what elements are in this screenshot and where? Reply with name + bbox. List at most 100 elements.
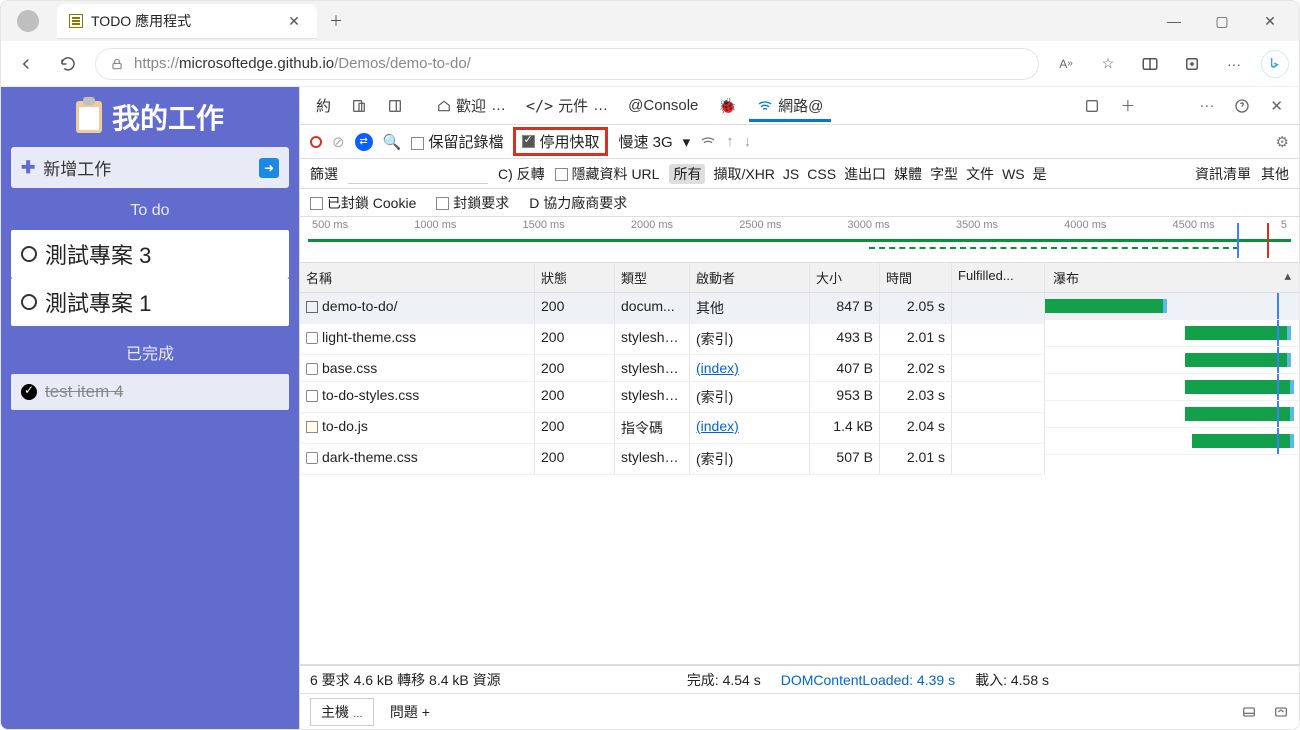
request-row[interactable]: to-do.js200指令碼(index)1.4 kB2.04 s — [300, 413, 1045, 444]
checkbox-checked-icon[interactable] — [21, 384, 37, 400]
bug-icon[interactable]: 🐞 — [710, 91, 745, 121]
request-row[interactable]: dark-theme.css200styleshe...(索引)507 B2.0… — [300, 444, 1045, 475]
third-party-label: D 協力廠商要求 — [529, 193, 627, 213]
preserve-log-checkbox[interactable]: 保留記錄檔 — [411, 131, 503, 152]
filter-ws[interactable]: WS — [1002, 166, 1025, 182]
drawer-dock-icon[interactable] — [1241, 704, 1257, 720]
offline-icon[interactable] — [700, 134, 716, 150]
filter-img[interactable]: 進出口 — [844, 164, 886, 184]
throttling-dropdown-icon[interactable]: ▾ — [683, 133, 691, 151]
filter-manifest[interactable]: 資訊清單 — [1195, 164, 1251, 184]
overview-timeline[interactable]: 500 ms1000 ms1500 ms2000 ms2500 ms3000 m… — [300, 217, 1299, 263]
tab-welcome[interactable]: 歡迎… — [429, 89, 514, 122]
filter-all[interactable]: 所有 — [669, 164, 705, 184]
col-time[interactable]: 時間 — [880, 263, 952, 292]
status-load: 載入: 4.58 s — [975, 670, 1049, 690]
device-emulation-icon[interactable] — [343, 92, 375, 120]
refresh-button[interactable] — [53, 49, 83, 79]
col-size[interactable]: 大小 — [810, 263, 880, 292]
settings-icon[interactable]: ⚙ — [1276, 133, 1289, 151]
col-name[interactable]: 名稱 — [300, 263, 535, 292]
maximize-button[interactable]: ▢ — [1199, 6, 1245, 36]
drawer-issues-tab[interactable]: 問題 + — [390, 702, 430, 722]
tab-about[interactable]: 約 — [308, 89, 339, 122]
col-type[interactable]: 類型 — [615, 263, 690, 292]
split-screen-button[interactable] — [1135, 49, 1165, 79]
filter-css[interactable]: CSS — [807, 166, 836, 182]
filter-js[interactable]: JS — [783, 166, 799, 182]
filter-xhr[interactable]: 擷取/XHR — [713, 164, 774, 184]
waterfall-row[interactable] — [1045, 428, 1299, 455]
drawer-console-tab[interactable]: 主機 … — [310, 698, 374, 726]
todo-text: 測試專案 3 — [45, 238, 151, 270]
request-row[interactable]: light-theme.css200styleshe...(索引)493 B2.… — [300, 324, 1045, 355]
request-row[interactable]: base.css200styleshe...(index)407 B2.02 s — [300, 355, 1045, 382]
col-waterfall[interactable]: 瀑布 — [1053, 268, 1079, 287]
done-item[interactable]: test item 4 — [11, 374, 289, 410]
waterfall-row[interactable] — [1045, 401, 1299, 428]
search-icon[interactable]: 🔍 — [383, 133, 402, 151]
back-button[interactable] — [11, 49, 41, 79]
add-task-input[interactable]: ✚ 新增工作 ➜ — [11, 147, 289, 188]
throttling-select[interactable]: 慢速 3G — [618, 131, 672, 152]
tab-elements[interactable]: </>元件… — [518, 89, 616, 122]
invert-filter[interactable]: C) 反轉 — [498, 164, 545, 184]
help-icon[interactable] — [1226, 92, 1258, 120]
detach-icon[interactable] — [1076, 92, 1108, 120]
sort-icon[interactable]: ▴ — [1284, 268, 1291, 287]
checkbox-icon[interactable] — [21, 246, 37, 262]
address-bar[interactable]: https://microsoftedge.github.io/Demos/de… — [95, 48, 1039, 80]
disable-cache-checkbox[interactable]: 停用快取 — [513, 127, 608, 156]
filter-input[interactable] — [348, 163, 488, 184]
tab-console[interactable]: @Console — [620, 91, 706, 120]
col-fulfilled[interactable]: Fulfilled... — [952, 263, 1045, 292]
drawer-collapse-icon[interactable] — [1273, 704, 1289, 720]
new-panel-icon[interactable]: ＋ — [1112, 89, 1143, 122]
tab-strip: TODO 應用程式 ✕ ＋ — ▢ ✕ — [1, 1, 1299, 41]
todo-item[interactable]: 測試專案 1 — [11, 278, 289, 326]
todo-item[interactable]: 測試專案 3 — [11, 230, 289, 278]
blocked-cookie-checkbox[interactable]: 已封鎖 Cookie — [310, 193, 416, 213]
tab-network[interactable]: 網路@ — [749, 89, 831, 122]
waterfall-row[interactable] — [1045, 374, 1299, 401]
close-window-button[interactable]: ✕ — [1247, 6, 1293, 36]
favorite-button[interactable]: ☆ — [1093, 49, 1123, 79]
close-devtools-icon[interactable]: ✕ — [1262, 91, 1291, 121]
filter-wasm[interactable]: 是 — [1033, 164, 1047, 184]
plus-icon: ✚ — [21, 158, 35, 178]
upload-icon[interactable]: ↑ — [726, 133, 734, 150]
close-tab-icon[interactable]: ✕ — [283, 10, 305, 32]
request-row[interactable]: to-do-styles.css200styleshe...(索引)953 B2… — [300, 382, 1045, 413]
download-icon[interactable]: ↓ — [744, 133, 752, 150]
new-tab-button[interactable]: ＋ — [325, 10, 347, 32]
devtools-more-icon[interactable]: ··· — [1191, 91, 1222, 120]
devtools-tabs: 約 歡迎… </>元件… @Console 🐞 網路@ ＋ ··· ✕ — [300, 87, 1299, 125]
filter-font[interactable]: 字型 — [930, 164, 958, 184]
filter-media[interactable]: 媒體 — [894, 164, 922, 184]
minimize-button[interactable]: — — [1151, 6, 1197, 36]
waterfall-row[interactable] — [1045, 347, 1299, 374]
filter-other[interactable]: 其他 — [1261, 164, 1289, 184]
col-status[interactable]: 狀態 — [535, 263, 615, 292]
hide-dataurl-checkbox[interactable]: 隱藏資料 URL — [555, 164, 660, 184]
browser-tab[interactable]: TODO 應用程式 ✕ — [57, 4, 317, 38]
read-aloud-button[interactable]: A» — [1051, 49, 1081, 79]
more-button[interactable]: ··· — [1219, 49, 1249, 79]
submit-task-button[interactable]: ➜ — [259, 158, 279, 178]
clear-button[interactable]: ⊘ — [332, 133, 345, 151]
file-icon — [306, 390, 318, 402]
bing-button[interactable] — [1261, 50, 1289, 78]
filter-doc[interactable]: 文件 — [966, 164, 994, 184]
filter-toggle-icon[interactable]: ⇄ — [355, 133, 373, 151]
collections-button[interactable] — [1177, 49, 1207, 79]
profile-avatar-icon[interactable] — [17, 10, 39, 32]
waterfall-row[interactable] — [1045, 293, 1299, 320]
col-initiator[interactable]: 啟動者 — [690, 263, 810, 292]
waterfall-row[interactable] — [1045, 320, 1299, 347]
request-row[interactable]: demo-to-do/200docum...其他847 B2.05 s — [300, 293, 1045, 324]
block-request-checkbox[interactable]: 封鎖要求 — [436, 193, 509, 213]
record-button[interactable] — [310, 136, 322, 148]
dock-icon[interactable] — [379, 92, 411, 120]
checkbox-icon[interactable] — [21, 294, 37, 310]
file-icon — [306, 421, 318, 433]
